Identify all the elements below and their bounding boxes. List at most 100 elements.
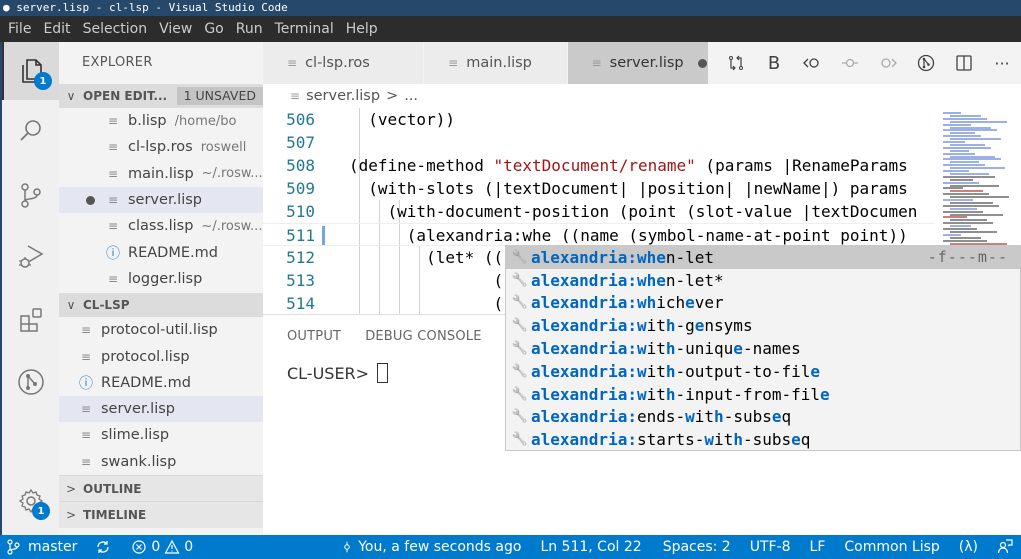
previous-change-button[interactable]	[793, 42, 831, 84]
suggestion-item[interactable]: 🔧 alexandria:when-let -f---m--	[506, 246, 1020, 269]
next-change-button[interactable]	[869, 42, 907, 84]
bold-button[interactable]: B	[755, 42, 793, 84]
info-icon: ⓘ	[79, 375, 93, 392]
menu-run[interactable]: Run	[230, 21, 269, 37]
menu-terminal[interactable]: Terminal	[269, 21, 340, 37]
chevron-right-icon: >	[65, 481, 77, 496]
menu-help[interactable]: Help	[340, 21, 384, 37]
minimap-line	[950, 213, 1003, 216]
run-debug-icon	[18, 245, 43, 268]
tab-main-lisp[interactable]: ≡ main.lisp	[424, 42, 568, 84]
error-icon	[132, 540, 146, 554]
file-name: class.lisp	[128, 218, 194, 235]
suggestion-item[interactable]: 🔧 alexandria:with-input-from-file	[506, 383, 1020, 406]
eol-status[interactable]: LF	[802, 539, 834, 555]
open-editor-item[interactable]: ≡ cl-lsp.ros roswell	[59, 134, 263, 160]
indentation-status[interactable]: Spaces: 2	[655, 539, 739, 555]
code-text: (define-method "textDocument/rename" (pa…	[349, 156, 908, 175]
suggestion-item[interactable]: 🔧 alexandria:starts-with-subseq	[506, 428, 1020, 451]
problems-status[interactable]: 0 0	[121, 539, 201, 555]
code-line[interactable]: 507	[263, 131, 935, 154]
menu-edit[interactable]: Edit	[37, 21, 76, 37]
suggestion-item[interactable]: 🔧 alexandria:with-gensyms	[506, 314, 1020, 337]
folder-header[interactable]: ∨ CL-LSP	[59, 293, 263, 318]
minimap-line	[943, 181, 979, 184]
activity-source-control[interactable]	[2, 166, 59, 224]
open-editors-header[interactable]: ∨ OPEN EDIT... 1 UNSAVED	[59, 84, 263, 108]
suggestion-item[interactable]: 🔧 alexandria:with-output-to-file	[506, 360, 1020, 383]
code-line[interactable]: 511 (alexandria:whe ((name (symbol-name-…	[263, 223, 935, 246]
breadcrumb: ≡ server.lisp > ...	[263, 84, 1021, 108]
wrench-icon: 🔧	[511, 295, 529, 311]
open-editor-item[interactable]: ≡ class.lisp ~/.rosw...	[59, 213, 263, 239]
git-blame-status[interactable]: You, a few seconds ago	[333, 539, 529, 555]
unsaved-dot-icon[interactable]	[697, 58, 707, 68]
open-editor-item[interactable]: ≡ main.lisp ~/.rosw...	[59, 161, 263, 187]
wrench-icon: 🔧	[511, 249, 529, 265]
suggestion-item[interactable]: 🔧 alexandria:with-unique-names	[506, 337, 1020, 360]
tab-cl-lsp-ros[interactable]: ≡ cl-lsp.ros	[263, 42, 425, 84]
file-item[interactable]: ≡ protocol-util.lisp	[59, 317, 263, 343]
panel-tab-debug-console[interactable]: DEBUG CONSOLE	[365, 329, 481, 344]
minimap-line	[950, 132, 975, 135]
dirty-dot-icon[interactable]	[86, 195, 95, 205]
file-name: slime.lisp	[101, 427, 170, 444]
code-line[interactable]: 506 (vector))	[263, 108, 935, 131]
line-number: 508	[286, 156, 315, 175]
code-line[interactable]: 510 (with-document-position (point (slot…	[263, 200, 935, 223]
encoding-status[interactable]: UTF-8	[742, 539, 799, 555]
file-icon: ≡	[107, 193, 119, 208]
code-line[interactable]: 509 (with-slots (|textDocument| |positio…	[263, 177, 935, 200]
menu-go[interactable]: Go	[198, 21, 229, 37]
line-number: 506	[286, 110, 315, 129]
minimap-line	[943, 123, 971, 126]
open-editor-item[interactable]: ≡ logger.lisp	[59, 266, 263, 292]
breadcrumb-symbols[interactable]: ...	[404, 88, 418, 104]
cursor-position[interactable]: Ln 511, Col 22	[532, 539, 649, 555]
activity-git-graph[interactable]	[2, 353, 59, 411]
more-actions-button[interactable]: ···	[983, 42, 1021, 84]
git-commit-icon	[344, 541, 350, 553]
activity-settings[interactable]: 1	[2, 472, 59, 530]
suggestion-item[interactable]: 🔧 alexandria:whichever	[506, 292, 1020, 315]
open-editor-item[interactable]: ≡ b.lisp/home/bo	[59, 108, 263, 134]
code-text: (with-slots (|textDocument| |position| |…	[349, 179, 908, 198]
suggestion-item[interactable]: 🔧 alexandria:when-let*	[506, 269, 1020, 292]
file-name: logger.lisp	[128, 270, 203, 287]
file-item[interactable]: ≡ protocol.lisp	[59, 343, 263, 369]
file-item[interactable]: ≡ server.lisp	[59, 395, 263, 423]
code-text: (	[349, 294, 504, 313]
breadcrumb-file[interactable]: server.lisp	[306, 88, 380, 104]
file-item[interactable]: ≡ swank.lisp	[59, 449, 263, 475]
feedback-button[interactable]	[989, 539, 1021, 555]
menu-selection[interactable]: Selection	[77, 21, 154, 37]
file-icon: ≡	[107, 166, 119, 181]
activity-explorer[interactable]: 1	[2, 42, 59, 100]
suggestion-item[interactable]: 🔧 alexandria:ends-with-subseq	[506, 406, 1020, 429]
lambda-status[interactable]: (λ)	[951, 539, 986, 555]
git-graph-button[interactable]	[907, 42, 945, 84]
menu-file[interactable]: File	[2, 21, 37, 37]
open-editor-item[interactable]: ⓘ README.md	[59, 239, 263, 265]
language-mode[interactable]: Common Lisp	[836, 539, 947, 555]
activity-run-debug[interactable]	[2, 228, 59, 286]
navigate-button[interactable]	[831, 42, 869, 84]
file-item[interactable]: ≡ slime.lisp	[59, 422, 263, 448]
open-editor-item[interactable]: ≡ server.lisp	[59, 186, 263, 214]
split-editor-button[interactable]	[945, 42, 983, 84]
tab-label: cl-lsp.ros	[305, 55, 370, 71]
open-changes-button[interactable]	[717, 42, 755, 84]
activity-search[interactable]	[2, 102, 59, 160]
activity-extensions[interactable]	[2, 290, 59, 348]
minimap-line	[950, 225, 971, 228]
tab-server-lisp[interactable]: ≡ server.lisp	[567, 42, 710, 84]
outline-header[interactable]: > OUTLINE	[59, 474, 263, 502]
timeline-header[interactable]: > TIMELINE	[59, 501, 263, 528]
branch-status[interactable]: master	[0, 539, 85, 555]
sync-button[interactable]	[85, 539, 121, 555]
menu-view[interactable]: View	[153, 21, 198, 37]
file-item[interactable]: ⓘ README.md	[59, 370, 263, 396]
menu-bar: File Edit Selection View Go Run Terminal…	[0, 16, 1021, 42]
panel-tab-output[interactable]: OUTPUT	[287, 329, 341, 344]
code-line[interactable]: 508 (define-method "textDocument/rename" …	[263, 154, 935, 177]
